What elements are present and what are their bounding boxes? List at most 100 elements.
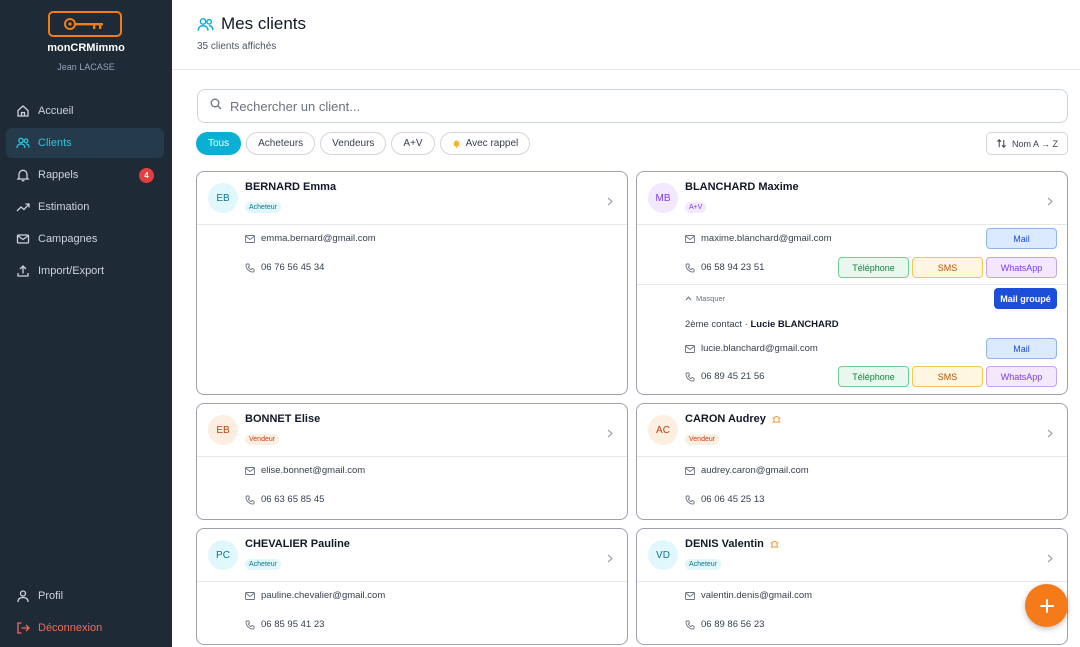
sort-icon: [996, 138, 1007, 149]
bell-icon: [452, 139, 461, 148]
logout-icon: [16, 621, 30, 635]
client-phone[interactable]: 06 76 56 45 34: [261, 262, 324, 273]
chevron-right-icon[interactable]: [607, 193, 613, 211]
whatsapp-button[interactable]: WhatsApp: [986, 366, 1057, 387]
email-row: pauline.chevalier@gmail.com: [245, 590, 385, 601]
logo: [48, 11, 122, 37]
divider: [637, 456, 1067, 457]
sort-label: Nom A → Z: [1011, 138, 1058, 149]
client-name: BONNET Elise: [245, 413, 321, 425]
chevron-right-icon[interactable]: [607, 550, 613, 568]
mail-icon: [685, 591, 695, 600]
phone-icon: [685, 263, 695, 273]
telephone-button[interactable]: Téléphone: [838, 366, 909, 387]
phone-row: 06 76 56 45 34: [245, 262, 324, 273]
sms-button[interactable]: SMS: [912, 257, 983, 278]
add-client-button[interactable]: [1025, 584, 1068, 627]
chevron-right-icon[interactable]: [607, 425, 613, 443]
hide-toggle[interactable]: Masquer: [685, 294, 725, 303]
client-name: CARON Audrey: [685, 413, 781, 425]
search-input[interactable]: [230, 98, 1030, 114]
filter-avec-rappel[interactable]: Avec rappel: [439, 132, 531, 155]
phone-icon: [685, 495, 695, 505]
mail-icon: [685, 234, 695, 243]
phone-row: 06 06 45 25 13: [685, 494, 764, 505]
sidebar-item-clients[interactable]: Clients: [6, 128, 164, 158]
phone-row: 06 85 95 41 23: [245, 619, 324, 630]
whatsapp-button[interactable]: WhatsApp: [986, 257, 1057, 278]
email-row: valentin.denis@gmail.com: [685, 590, 812, 601]
sidebar-item-accueil[interactable]: Accueil: [6, 96, 164, 126]
email-row: emma.bernard@gmail.com: [245, 233, 376, 244]
phone-row: 06 58 94 23 51: [685, 262, 764, 273]
client-email[interactable]: valentin.denis@gmail.com: [701, 590, 812, 601]
client-email[interactable]: audrey.caron@gmail.com: [701, 465, 809, 476]
client-name: BLANCHARD Maxime: [685, 181, 799, 193]
mail-icon: [245, 591, 255, 600]
reminder-bell-icon: [770, 540, 779, 549]
client-card[interactable]: PC CHEVALIER Pauline Acheteur pauline.ch…: [196, 528, 628, 645]
phone-row: 06 89 45 21 56: [685, 371, 764, 382]
filter-acheteurs[interactable]: Acheteurs: [246, 132, 316, 155]
sidebar-item-label: Profil: [38, 590, 64, 602]
key-icon: [64, 18, 103, 30]
email-row: maxime.blanchard@gmail.com: [685, 233, 832, 244]
sidebar-item-label: Clients: [38, 137, 72, 149]
sms-button[interactable]: SMS: [912, 366, 983, 387]
filter-vendeurs[interactable]: Vendeurs: [320, 132, 387, 155]
plus-icon: [1039, 598, 1055, 614]
phone-icon: [245, 495, 255, 505]
users-icon: [197, 16, 214, 38]
client-card[interactable]: VD DENIS Valentin Acheteur valentin.deni…: [636, 528, 1068, 645]
client-card[interactable]: EB BERNARD Emma Acheteur emma.bernard@gm…: [196, 171, 628, 395]
chevron-right-icon[interactable]: [1047, 193, 1053, 211]
client-card[interactable]: EB BONNET Elise Vendeur elise.bonnet@gma…: [196, 403, 628, 520]
avatar: MB: [648, 183, 678, 213]
chevron-right-icon[interactable]: [1047, 425, 1053, 443]
filter-a-plus-v[interactable]: A+V: [391, 132, 435, 155]
mail-icon: [16, 232, 30, 246]
mail-button[interactable]: Mail: [986, 338, 1057, 359]
client-phone[interactable]: 06 06 45 25 13: [701, 494, 764, 505]
logout-button[interactable]: Déconnexion: [6, 613, 164, 643]
client-email[interactable]: elise.bonnet@gmail.com: [261, 465, 365, 476]
email-row: lucie.blanchard@gmail.com: [685, 343, 818, 354]
mail-button[interactable]: Mail: [986, 228, 1057, 249]
client-card[interactable]: MB BLANCHARD Maxime A+V maxime.blanchard…: [636, 171, 1068, 395]
sidebar-item-campagnes[interactable]: Campagnes: [6, 224, 164, 254]
client-email[interactable]: emma.bernard@gmail.com: [261, 233, 376, 244]
filter-tous[interactable]: Tous: [196, 132, 242, 155]
status-badge: Acheteur: [245, 559, 282, 570]
filter-label: Avec rappel: [465, 138, 519, 149]
client-phone[interactable]: 06 89 86 56 23: [701, 619, 764, 630]
mail-group-button[interactable]: Mail groupé: [994, 288, 1057, 309]
chevron-right-icon[interactable]: [1047, 550, 1053, 568]
user-name: Jean LACASE: [57, 62, 115, 72]
status-badge: Vendeur: [245, 434, 280, 445]
second-contact-label: 2ème contact · Lucie BLANCHARD: [685, 319, 839, 330]
telephone-button[interactable]: Téléphone: [838, 257, 909, 278]
sidebar-item-rappels[interactable]: Rappels 4: [6, 160, 164, 190]
client-phone[interactable]: 06 58 94 23 51: [701, 262, 764, 273]
client-email[interactable]: maxime.blanchard@gmail.com: [701, 233, 832, 244]
client-phone[interactable]: 06 89 45 21 56: [701, 371, 764, 382]
phone-row: 06 89 86 56 23: [685, 619, 764, 630]
client-count: 35 clients affichés: [197, 41, 277, 52]
app-name: monCRMimmo: [47, 42, 125, 54]
client-phone[interactable]: 06 63 65 85 45: [261, 494, 324, 505]
sidebar-item-estimation[interactable]: Estimation: [6, 192, 164, 222]
sidebar-item-profil[interactable]: Profil: [6, 581, 164, 611]
avatar: EB: [208, 183, 238, 213]
avatar: EB: [208, 415, 238, 445]
client-card[interactable]: AC CARON Audrey Vendeur audrey.caron@gma…: [636, 403, 1068, 520]
client-phone[interactable]: 06 85 95 41 23: [261, 619, 324, 630]
bell-icon: [16, 168, 30, 182]
sidebar-item-import-export[interactable]: Import/Export: [6, 256, 164, 286]
upload-icon: [16, 264, 30, 278]
sort-button[interactable]: Nom A → Z: [986, 132, 1068, 155]
client-email[interactable]: pauline.chevalier@gmail.com: [261, 590, 385, 601]
client-email[interactable]: lucie.blanchard@gmail.com: [701, 343, 818, 354]
sidebar-item-label: Campagnes: [38, 233, 98, 245]
phone-icon: [685, 620, 695, 630]
reminder-bell-icon: [772, 415, 781, 424]
